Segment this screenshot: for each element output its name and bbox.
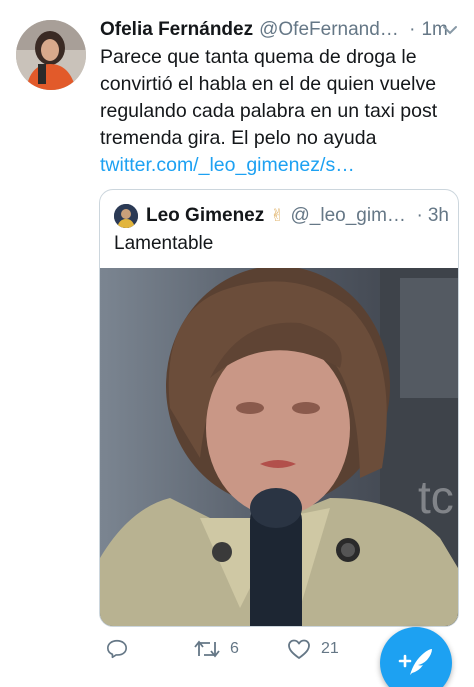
author-avatar[interactable]: [16, 20, 86, 90]
tweet-text-line: tremenda gira. El pelo no ayuda: [100, 127, 377, 149]
tweet-text: Parece que tanta quema de droga le convi…: [100, 44, 460, 179]
tweet-text-line: regulando cada palabra en un taxi post: [100, 100, 438, 122]
quoted-tweet-header: Leo Gimenez ✌ @_leo_gimenez · 3h: [114, 204, 449, 228]
compose-tweet-button[interactable]: [380, 627, 452, 687]
compose-tweet-icon: [398, 649, 432, 675]
like-count: 21: [321, 640, 339, 657]
like-button[interactable]: 21: [287, 638, 339, 660]
author-name[interactable]: Ofelia Fernández: [100, 19, 253, 41]
chevron-down-icon[interactable]: [440, 20, 460, 40]
quoted-avatar-image: [114, 204, 138, 228]
retweet-icon: [194, 640, 220, 658]
quoted-tweet-text: Lamentable: [114, 233, 214, 254]
quoted-tweet[interactable]: Leo Gimenez ✌ @_leo_gimenez · 3h Lamenta…: [99, 189, 459, 627]
tweet-text-line: Parece que tanta quema de droga le: [100, 46, 417, 68]
media-photo: tc: [100, 268, 458, 626]
reply-button[interactable]: [106, 638, 138, 660]
author-handle[interactable]: @OfeFernandez_: [259, 19, 399, 41]
tweet-header: Ofelia Fernández @OfeFernandez_ · 1m: [100, 17, 460, 43]
avatar-image: [16, 20, 86, 90]
quoted-tweet-timestamp: 3h: [427, 205, 449, 226]
quoted-author-handle[interactable]: @_leo_gimenez: [291, 205, 409, 227]
retweet-button[interactable]: 6: [194, 638, 239, 660]
tweet-link[interactable]: twitter.com/_leo_gimenez/s…: [100, 152, 460, 179]
media-watermark: tc: [418, 471, 454, 523]
quoted-author-name[interactable]: Leo Gimenez: [146, 205, 264, 227]
heart-icon: [288, 639, 310, 659]
retweet-count: 6: [230, 640, 239, 657]
reply-icon: [107, 639, 127, 659]
separator-dot: ·: [409, 19, 416, 40]
quoted-author-avatar[interactable]: [114, 204, 138, 228]
tweet[interactable]: Ofelia Fernández @OfeFernandez_ · 1m Par…: [0, 0, 474, 687]
victory-hand-emoji: ✌: [270, 206, 285, 225]
tweet-text-line: convirtió el habla en el de quien vuelve: [100, 73, 437, 95]
quoted-tweet-media[interactable]: tc: [100, 268, 458, 626]
separator-dot: ·: [416, 205, 423, 226]
